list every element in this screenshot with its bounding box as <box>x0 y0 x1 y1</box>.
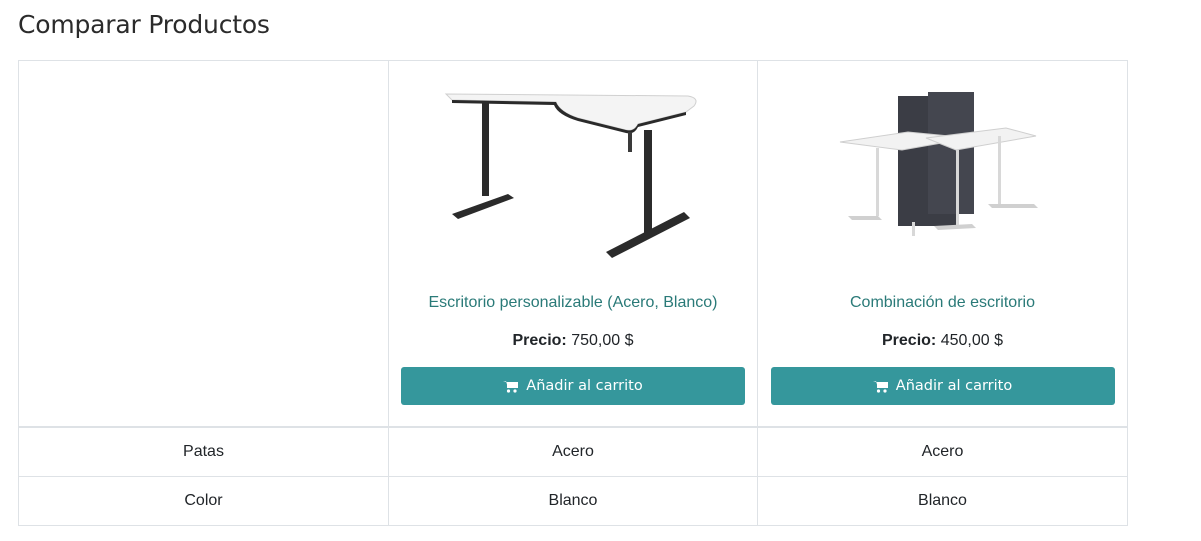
desk-combination-image <box>839 92 1038 236</box>
price-label: Precio: <box>882 332 937 349</box>
add-to-cart-button[interactable]: Añadir al carrito <box>770 367 1115 405</box>
attribute-row-color: Color Blanco Blanco <box>18 476 1128 526</box>
price-value: 450,00 $ <box>940 332 1003 349</box>
product-name-link[interactable]: Escritorio personalizable (Acero, Blanco… <box>389 294 757 312</box>
product-image[interactable] <box>758 67 1127 267</box>
corner-desk-image <box>444 93 697 258</box>
compare-page: Comparar Productos Escritorio personaliz… <box>0 0 1201 541</box>
product-cell: Combinación de escritorio Precio: 450,00… <box>757 60 1128 428</box>
attribute-row-patas: Patas Acero Acero <box>18 426 1128 477</box>
shopping-cart-icon <box>872 380 888 393</box>
attribute-name: Patas <box>18 426 389 477</box>
empty-header-cell <box>18 60 389 428</box>
page-title: Comparar Productos <box>18 10 270 39</box>
product-price: Precio: 750,00 $ <box>389 332 757 350</box>
product-image[interactable] <box>389 67 757 267</box>
add-to-cart-label: Añadir al carrito <box>526 378 643 394</box>
price-label: Precio: <box>512 332 567 349</box>
attribute-name: Color <box>18 476 389 526</box>
product-row: Escritorio personalizable (Acero, Blanco… <box>18 60 1128 428</box>
attribute-value: Acero <box>757 426 1128 477</box>
product-price: Precio: 450,00 $ <box>758 332 1127 350</box>
attribute-value: Acero <box>388 426 758 477</box>
shopping-cart-icon <box>503 380 519 393</box>
comparison-table: Escritorio personalizable (Acero, Blanco… <box>18 60 1128 526</box>
attribute-value: Blanco <box>388 476 758 526</box>
price-value: 750,00 $ <box>571 332 634 349</box>
product-cell: Escritorio personalizable (Acero, Blanco… <box>388 60 758 428</box>
add-to-cart-label: Añadir al carrito <box>895 378 1013 394</box>
attribute-value: Blanco <box>757 476 1128 526</box>
add-to-cart-button[interactable]: Añadir al carrito <box>401 367 745 405</box>
product-name-link[interactable]: Combinación de escritorio <box>758 294 1127 312</box>
